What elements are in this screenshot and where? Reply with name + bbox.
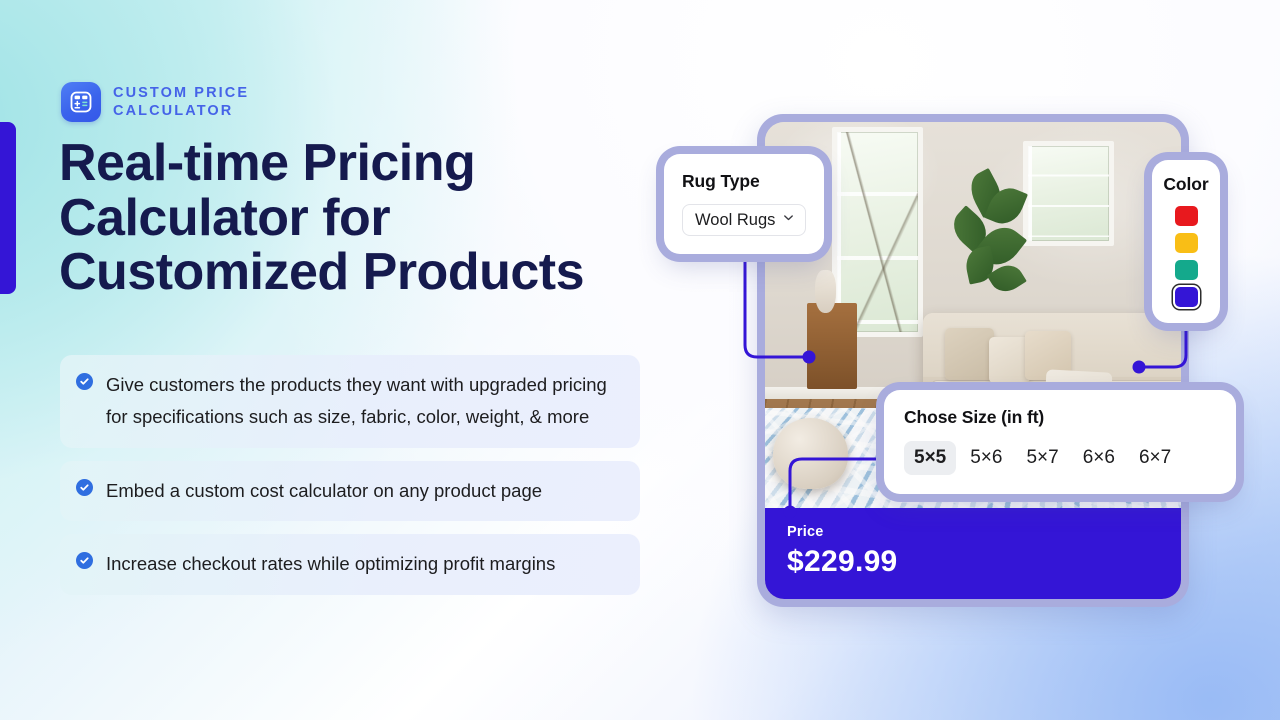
list-item: Embed a custom cost calculator on any pr… xyxy=(60,460,640,522)
check-circle-icon xyxy=(76,552,93,570)
headline-line-3: Customized Products xyxy=(59,243,585,302)
rug-type-select[interactable]: Wool Rugs xyxy=(682,204,806,236)
hero-banner: CUSTOM PRICE CALCULATOR Real-time Pricin… xyxy=(0,0,1280,720)
color-swatch-violet[interactable] xyxy=(1174,287,1198,307)
size-option-3[interactable]: 6×6 xyxy=(1073,441,1125,475)
size-option-0[interactable]: 5×5 xyxy=(904,441,957,475)
size-label: Chose Size (in ft) xyxy=(904,407,1045,427)
rug-type-card: Rug Type Wool Rugs xyxy=(664,154,824,254)
color-swatch-red[interactable] xyxy=(1174,206,1198,226)
size-option-4[interactable]: 6×7 xyxy=(1129,441,1181,475)
headline-line-1: Real-time Pricing xyxy=(59,134,476,192)
color-card: Color xyxy=(1152,160,1220,323)
product-preview-screen: Price $229.99 xyxy=(765,122,1181,599)
brand-line-2: CALCULATOR xyxy=(113,103,234,119)
check-circle-icon xyxy=(76,478,93,496)
list-item-label: Increase checkout rates while optimizing… xyxy=(106,553,556,575)
size-option-group: 5×5 5×6 5×7 6×6 6×7 xyxy=(904,441,1216,475)
left-accent-bar xyxy=(0,122,16,294)
list-item: Increase checkout rates while optimizing… xyxy=(60,534,640,596)
color-swatch-teal[interactable] xyxy=(1174,260,1198,280)
calculator-icon xyxy=(61,82,101,122)
color-swatch-group xyxy=(1174,206,1198,307)
brand-name: CUSTOM PRICE CALCULATOR xyxy=(113,84,249,121)
brand-line-1: CUSTOM PRICE xyxy=(113,84,250,101)
price-bar: Price $229.99 xyxy=(765,508,1181,599)
list-item: Give customers the products they want wi… xyxy=(60,355,640,448)
color-label: Color xyxy=(1163,174,1209,194)
chevron-down-icon xyxy=(782,211,795,229)
rug-type-selected-value: Wool Rugs xyxy=(695,210,776,229)
page-title: Real-time Pricing Calculator for Customi… xyxy=(59,136,699,300)
size-option-1[interactable]: 5×6 xyxy=(960,441,1012,475)
brand-lockup: CUSTOM PRICE CALCULATOR xyxy=(61,82,249,122)
size-card: Chose Size (in ft) 5×5 5×6 5×7 6×6 6×7 xyxy=(884,390,1236,494)
price-value: $229.99 xyxy=(787,545,898,578)
size-option-2[interactable]: 5×7 xyxy=(1016,441,1068,475)
color-swatch-amber[interactable] xyxy=(1174,233,1198,253)
list-item-label: Embed a custom cost calculator on any pr… xyxy=(106,479,543,501)
check-circle-icon xyxy=(76,373,93,390)
rug-type-label: Rug Type xyxy=(682,171,760,191)
price-label: Price xyxy=(787,524,824,540)
list-item-label: Give customers the products they want wi… xyxy=(106,374,607,427)
headline-line-2: Calculator for xyxy=(59,188,391,247)
feature-list: Give customers the products they want wi… xyxy=(60,355,640,596)
